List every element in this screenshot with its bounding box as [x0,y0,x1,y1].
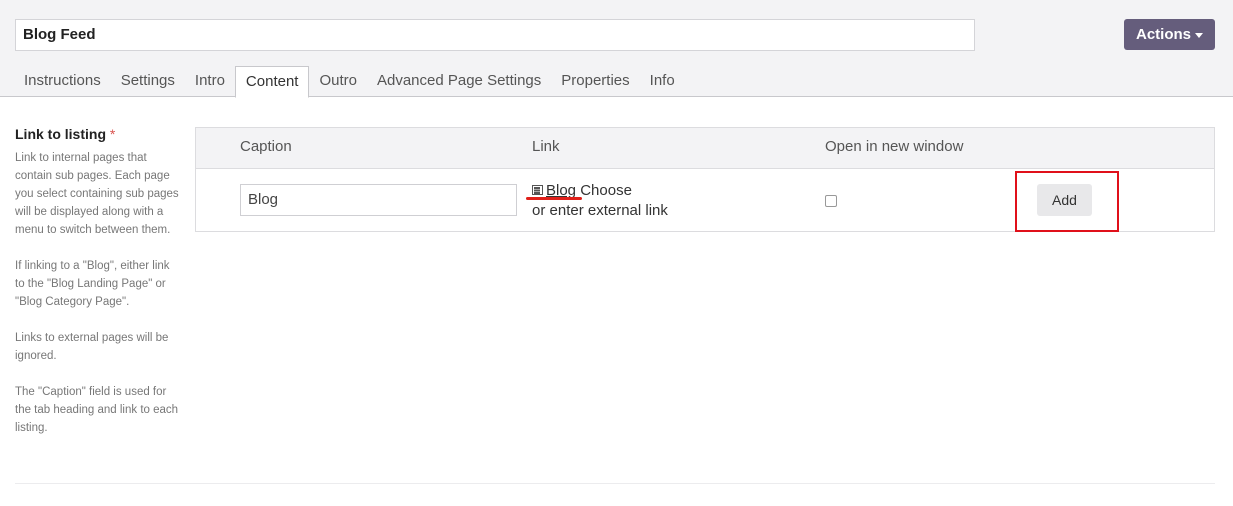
help-text: If linking to a "Blog", either link to t… [15,260,170,308]
open-new-window-checkbox[interactable] [825,195,837,207]
help-text: Links to external pages will be ignored. [15,332,169,362]
caption-input[interactable]: Blog [240,184,517,216]
column-header-caption: Caption [240,138,292,155]
actions-button[interactable]: Actions [1124,19,1215,50]
field-label: Link to listing * [15,126,180,142]
tab-advanced-page-settings[interactable]: Advanced Page Settings [367,66,551,97]
required-mark: * [109,126,116,142]
help-text: Link to internal pages that contain sub … [15,152,179,236]
external-link-option[interactable]: or enter external link [532,201,668,221]
page-header: Blog Feed Actions Instructions Settings … [0,0,1233,98]
annotation-highlight-box [1015,171,1119,232]
field-label-text: Link to listing [15,126,106,142]
caret-down-icon [1195,33,1203,38]
tab-instructions[interactable]: Instructions [14,66,111,97]
help-text: The "Caption" field is used for the tab … [15,386,179,434]
section-divider [15,483,1215,484]
tab-properties[interactable]: Properties [551,66,639,97]
column-header-new-window: Open in new window [825,138,964,155]
tab-outro[interactable]: Outro [309,66,367,97]
page-title-input[interactable]: Blog Feed [15,19,975,51]
annotation-underline [526,197,582,200]
link-cell: Blog Choose or enter external link [526,181,668,221]
table-header: Caption Link Open in new window [196,128,1214,169]
tab-settings[interactable]: Settings [111,66,185,97]
tab-content[interactable]: Content [234,66,310,98]
tab-intro[interactable]: Intro [185,66,235,97]
actions-label: Actions [1135,26,1191,43]
page-icon [532,185,543,195]
choose-link[interactable]: Choose [580,182,632,199]
field-sidebar: Link to listing * Link to internal pages… [15,126,180,455]
tab-info[interactable]: Info [640,66,685,97]
tab-bar: Instructions Settings Intro Content Outr… [14,66,685,98]
column-header-link: Link [532,138,560,155]
